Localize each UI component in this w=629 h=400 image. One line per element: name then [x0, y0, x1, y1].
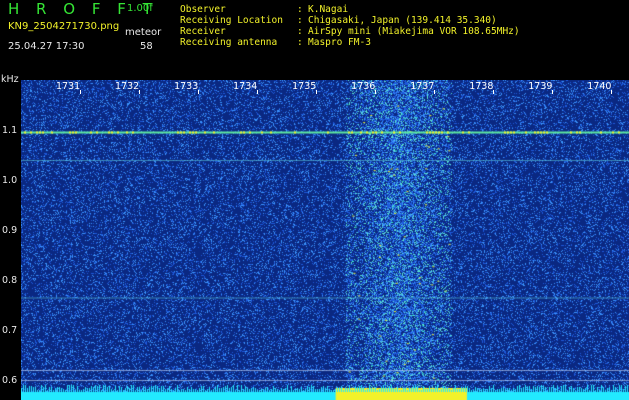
- x-tick-mark: [80, 90, 82, 94]
- meteor-label: meteor: [125, 27, 162, 38]
- version-label: 1.00f: [127, 3, 153, 14]
- x-tick-label: 1738: [469, 81, 494, 92]
- x-tick-label: 1737: [410, 81, 435, 92]
- receiver-value: AirSpy mini (Miakejima VOR 108.65MHz): [308, 26, 520, 37]
- x-tick-label: 1734: [233, 81, 258, 92]
- receiver-colon: :: [297, 26, 303, 37]
- location-value: Chigasaki, Japan (139.414 35.340): [308, 15, 497, 26]
- x-tick-label: 1733: [174, 81, 199, 92]
- meteor-count: 58: [140, 41, 153, 52]
- file-name: KN9_2504271730.png: [8, 21, 120, 32]
- x-tick-mark: [316, 90, 318, 94]
- location-colon: :: [297, 15, 303, 26]
- antenna-label: Receiving antenna: [180, 37, 278, 48]
- x-tick-label: 1739: [528, 81, 553, 92]
- x-tick-mark: [257, 90, 259, 94]
- y-tick-label: 0.7: [2, 325, 18, 336]
- x-tick-mark: [611, 90, 613, 94]
- header-panel: H R O F F T 1.00f KN9_2504271730.png met…: [0, 0, 629, 72]
- spectrogram-plot: [21, 80, 629, 400]
- date-time: 25.04.27 17:30: [8, 41, 85, 52]
- y-tick-label: 0.8: [2, 275, 18, 286]
- antenna-colon: :: [297, 37, 303, 48]
- spectrogram-canvas: [21, 80, 629, 400]
- y-tick-label: 0.9: [2, 225, 18, 236]
- x-tick-mark: [493, 90, 495, 94]
- y-tick-label: 1.1: [2, 125, 18, 136]
- x-tick-mark: [434, 90, 436, 94]
- observer-colon: :: [297, 4, 303, 15]
- x-tick-mark: [375, 90, 377, 94]
- x-tick-label: 1732: [115, 81, 140, 92]
- x-tick-label: 1735: [292, 81, 317, 92]
- x-tick-label: 1731: [56, 81, 81, 92]
- x-tick-mark: [198, 90, 200, 94]
- y-tick-label: 0.6: [2, 375, 18, 386]
- antenna-value: Maspro FM-3: [308, 37, 371, 48]
- location-label: Receiving Location: [180, 15, 283, 26]
- x-tick-label: 1740: [587, 81, 612, 92]
- receiver-label: Receiver: [180, 26, 226, 37]
- y-tick-label: 1.0: [2, 175, 18, 186]
- y-axis-unit-label: kHz: [1, 74, 19, 85]
- observer-label: Observer: [180, 4, 226, 15]
- x-tick-mark: [139, 90, 141, 94]
- x-tick-label: 1736: [351, 81, 376, 92]
- x-tick-mark: [552, 90, 554, 94]
- observer-value: K.Nagai: [308, 4, 349, 15]
